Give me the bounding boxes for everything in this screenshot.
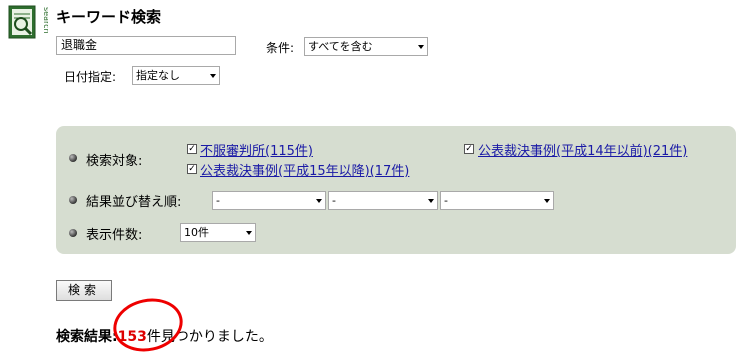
condition-select-value: すべてを含む xyxy=(308,40,373,53)
sort-select-1-value: - xyxy=(216,194,220,207)
target-link-2[interactable]: 公表裁決事例(平成14年以前)(21件) xyxy=(478,140,687,159)
date-label: 日付指定: xyxy=(64,70,117,84)
highlight-circle xyxy=(108,292,188,358)
bullet-icon xyxy=(69,154,77,162)
target-link-1[interactable]: 不服審判所(115件) xyxy=(200,140,313,159)
chevron-down-icon xyxy=(544,199,550,203)
search-logo-icon: search xyxy=(8,5,51,41)
condition-select[interactable]: すべてを含む xyxy=(304,37,428,56)
sort-select-2[interactable]: - xyxy=(328,191,438,210)
sort-select-1[interactable]: - xyxy=(212,191,326,210)
search-button[interactable]: 検索 xyxy=(56,280,112,301)
count-select-value: 10件 xyxy=(184,226,209,239)
chevron-down-icon xyxy=(316,199,322,203)
condition-label: 条件: xyxy=(266,41,295,55)
count-label: 表示件数: xyxy=(86,228,143,243)
targets-label: 検索対象: xyxy=(86,154,143,169)
chevron-down-icon xyxy=(246,231,252,235)
bullet-icon xyxy=(69,196,77,204)
sort-select-3[interactable]: - xyxy=(440,191,554,210)
sort-select-3-value: - xyxy=(444,194,448,207)
keyword-input[interactable]: 退職金 xyxy=(56,36,236,55)
count-select[interactable]: 10件 xyxy=(180,223,256,242)
target-checkbox-1[interactable]: ✓ xyxy=(187,144,197,154)
bullet-icon xyxy=(69,229,77,237)
chevron-down-icon xyxy=(428,199,434,203)
result-prefix: 検索結果: xyxy=(56,329,118,345)
chevron-down-icon xyxy=(418,45,424,49)
target-link-3[interactable]: 公表裁決事例(平成15年以降)(17件) xyxy=(200,160,409,179)
target-checkbox-2[interactable]: ✓ xyxy=(464,144,474,154)
sort-select-2-value: - xyxy=(332,194,336,207)
date-select-value: 指定なし xyxy=(136,69,180,82)
target-checkbox-3[interactable]: ✓ xyxy=(187,164,197,174)
search-options-panel: 検索対象: ✓ 不服審判所(115件) ✓ 公表裁決事例(平成14年以前)(21… xyxy=(56,126,736,254)
chevron-down-icon xyxy=(210,74,216,78)
sort-label: 結果並び替え順: xyxy=(86,195,182,210)
logo-text: search xyxy=(42,7,48,34)
date-select[interactable]: 指定なし xyxy=(132,66,220,85)
page-title: キーワード検索 xyxy=(56,8,162,26)
